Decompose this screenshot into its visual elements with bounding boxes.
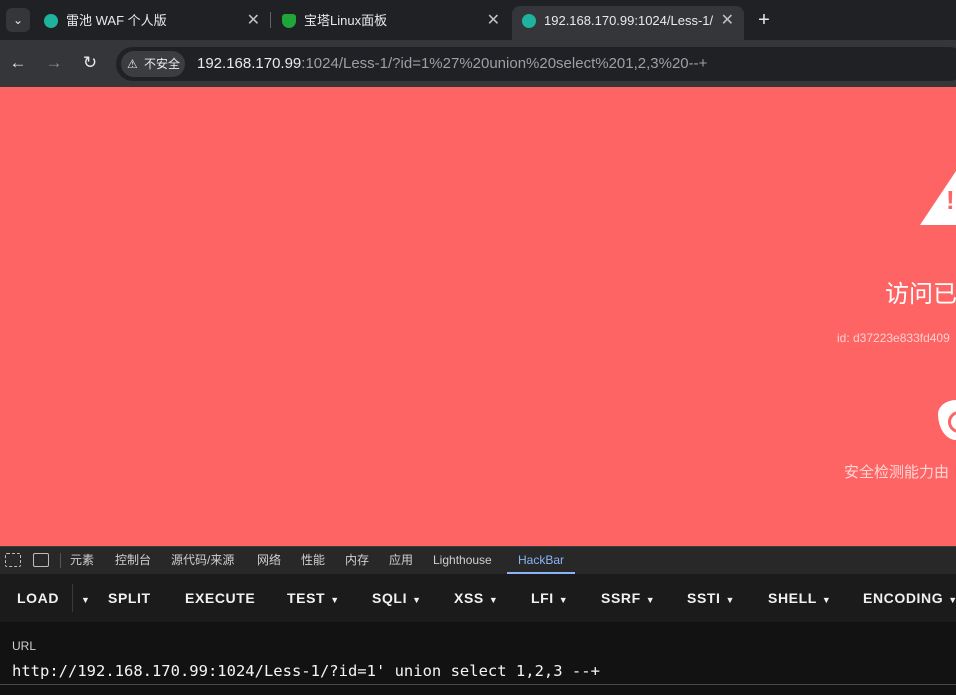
- baota-favicon-icon: [282, 14, 296, 28]
- tab-strip: ⌄ 雷池 WAF 个人版 ✕ 宝塔Linux面板 ✕ 192.168.170.9…: [0, 0, 956, 40]
- safeline-favicon-icon: [44, 14, 58, 28]
- caret-down-icon: ▼: [725, 595, 736, 605]
- close-icon[interactable]: ✕: [247, 6, 260, 36]
- warning-icon: ⚠: [127, 57, 138, 71]
- address-bar[interactable]: ⚠ 不安全 192.168.170.99:1024/Less-1/?id=1%2…: [116, 47, 956, 81]
- powered-by-text: 安全检测能力由: [844, 464, 950, 481]
- xss-menu[interactable]: XSS ▼: [454, 574, 498, 622]
- lfi-menu[interactable]: LFI ▼: [531, 574, 568, 622]
- test-label: TEST: [287, 590, 326, 606]
- waf-block-page: ! 访问已 id: d37223e833fd409 安全检测能力由: [0, 87, 956, 546]
- devtools-tab-network[interactable]: 网络: [257, 547, 281, 574]
- reload-button[interactable]: ↻: [78, 52, 102, 76]
- caret-down-icon: ▼: [645, 595, 656, 605]
- test-menu[interactable]: TEST ▼: [287, 574, 340, 622]
- hackbar-body: URL: [0, 622, 956, 695]
- caret-down-icon: ▼: [821, 595, 832, 605]
- shell-menu[interactable]: SHELL ▼: [768, 574, 831, 622]
- browser-toolbar: ← → ↻ ⚠ 不安全 192.168.170.99:1024/Less-1/?…: [0, 40, 956, 87]
- url-field-underline: [0, 684, 956, 685]
- sqli-label: SQLI: [372, 590, 408, 606]
- back-button[interactable]: ←: [6, 52, 30, 76]
- tab-baota-panel[interactable]: 宝塔Linux面板 ✕: [272, 6, 510, 40]
- url-text[interactable]: 192.168.170.99:1024/Less-1/?id=1%27%20un…: [197, 47, 707, 81]
- tab-divider: [270, 12, 271, 28]
- safeline-favicon-icon: [522, 14, 536, 28]
- sqli-menu[interactable]: SQLI ▼: [372, 574, 422, 622]
- tab-title: 192.168.170.99:1024/Less-1/: [544, 13, 714, 28]
- ssrf-label: SSRF: [601, 590, 641, 606]
- caret-down-icon: ▼: [488, 595, 499, 605]
- tab-title: 雷池 WAF 个人版: [66, 13, 167, 28]
- close-icon[interactable]: ✕: [721, 6, 734, 36]
- caret-down-icon: ▼: [81, 595, 91, 605]
- ssrf-menu[interactable]: SSRF ▼: [601, 574, 655, 622]
- device-toolbar-icon[interactable]: [33, 553, 49, 567]
- tab-title: 宝塔Linux面板: [304, 13, 388, 28]
- devtools-tab-performance[interactable]: 性能: [301, 547, 325, 574]
- devtools-tab-application[interactable]: 应用: [389, 547, 413, 574]
- encoding-label: ENCODING: [863, 590, 944, 606]
- ssti-menu[interactable]: SSTI ▼: [687, 574, 735, 622]
- close-icon[interactable]: ✕: [487, 6, 500, 36]
- forward-button[interactable]: →: [42, 52, 66, 76]
- split-button[interactable]: SPLIT: [108, 574, 151, 622]
- execute-button[interactable]: EXECUTE: [185, 574, 255, 622]
- caret-down-icon: ▼: [330, 595, 340, 605]
- request-id: id: d37223e833fd409: [837, 331, 950, 345]
- shell-label: SHELL: [768, 590, 817, 606]
- xss-label: XSS: [454, 590, 484, 606]
- tab-safeline-waf[interactable]: 雷池 WAF 个人版 ✕: [34, 6, 270, 40]
- caret-down-icon: ▼: [412, 595, 422, 605]
- url-host: 192.168.170.99: [197, 55, 302, 72]
- ssti-label: SSTI: [687, 590, 721, 606]
- devtools-divider: [60, 553, 61, 568]
- encoding-menu[interactable]: ENCODING ▼: [863, 574, 956, 622]
- url-path: :1024/Less-1/?id=1%27%20union%20select%2…: [301, 55, 708, 72]
- devtools-tab-elements[interactable]: 元素: [70, 547, 94, 574]
- block-title: 访问已: [885, 281, 956, 308]
- tab-search-button[interactable]: ⌄: [6, 8, 30, 32]
- caret-down-icon: ▼: [558, 595, 569, 605]
- devtools-tab-bar: 元素 控制台 源代码/来源 网络 性能 内存 应用 Lighthouse Hac…: [0, 546, 956, 574]
- exclamation-icon: !: [946, 185, 955, 215]
- devtools-tab-hackbar[interactable]: HackBar: [507, 547, 575, 574]
- hackbar-toolbar: LOAD ▼ SPLIT EXECUTE TEST ▼ SQLI ▼ XSS ▼ LF…: [0, 574, 956, 623]
- new-tab-button[interactable]: +: [752, 6, 776, 34]
- load-button[interactable]: LOAD: [17, 574, 59, 622]
- inspect-element-icon[interactable]: [5, 553, 21, 567]
- not-secure-label: 不安全: [144, 57, 181, 71]
- caret-down-icon: ▼: [948, 595, 956, 605]
- devtools-tab-console[interactable]: 控制台: [115, 547, 151, 574]
- site-info-chip[interactable]: ⚠ 不安全: [121, 51, 185, 77]
- url-field-label: URL: [12, 639, 37, 653]
- devtools-tab-lighthouse[interactable]: Lighthouse: [433, 547, 492, 574]
- url-field[interactable]: [12, 658, 956, 684]
- load-dropdown-button[interactable]: ▼: [76, 574, 91, 622]
- tab-less-1-active[interactable]: 192.168.170.99:1024/Less-1/ ✕: [512, 6, 744, 40]
- lfi-label: LFI: [531, 590, 554, 606]
- devtools-tab-memory[interactable]: 内存: [345, 547, 369, 574]
- devtools-tab-sources[interactable]: 源代码/来源: [171, 547, 234, 574]
- toolbar-divider: [72, 584, 73, 612]
